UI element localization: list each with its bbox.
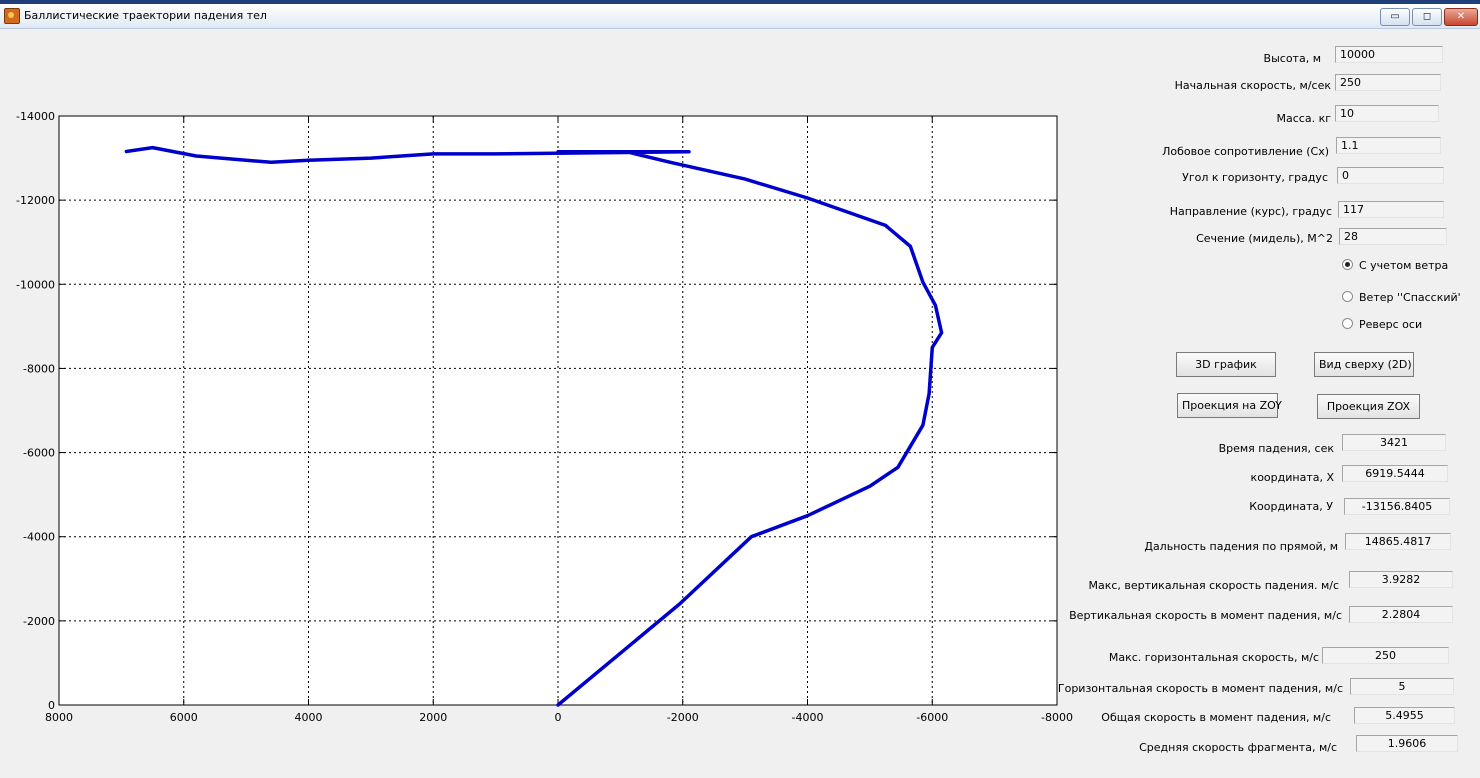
y-tick-label: -6000: [23, 447, 55, 460]
param-label-height: Высота, м: [1263, 52, 1321, 65]
x-tick-label: -4000: [792, 711, 824, 724]
angle-field[interactable]: 0: [1337, 167, 1444, 184]
horizontal-speed-impact-field: 5: [1350, 678, 1454, 695]
window-titlebar: Баллистические траектории падения тел ▭ …: [0, 4, 1480, 29]
fall-time-field: 3421: [1342, 434, 1446, 451]
result-label-coord-y: Координата, У: [1249, 500, 1333, 513]
y-tick-label: -2000: [23, 615, 55, 628]
result-label-max-horizontal-speed: Макс. горизонтальная скорость, м/с: [1108, 651, 1319, 664]
section-field[interactable]: 28: [1339, 228, 1447, 245]
window-title: Баллистические траектории падения тел: [24, 9, 267, 22]
radio-checked-indicator: [1342, 259, 1353, 270]
top-view-2d-button[interactable]: Вид сверху (2D): [1314, 352, 1414, 377]
coord-y-field: -13156.8405: [1344, 498, 1450, 515]
close-button[interactable]: ✕: [1444, 8, 1478, 26]
trajectory-line: [124, 145, 944, 707]
result-label-fall-time: Время падения, сек: [1218, 442, 1334, 455]
initial-speed-field[interactable]: 250: [1335, 74, 1441, 91]
result-label-average-fragment-speed: Средняя скорость фрагмента, м/с: [1139, 741, 1337, 754]
x-tick-label: 8000: [45, 711, 73, 724]
param-label-angle: Угол к горизонту, градус: [1182, 171, 1328, 184]
y-tick-label: -14000: [16, 110, 55, 123]
param-label-initial-speed: Начальная скорость, м/сек: [1174, 79, 1331, 92]
height-field[interactable]: 10000: [1335, 46, 1443, 63]
x-tick-label: -2000: [667, 711, 699, 724]
result-label-vertical-speed-impact: Вертикальная скорость в момент падения, …: [1069, 609, 1342, 622]
plot-frame: [58, 115, 1058, 706]
radio-indicator: [1342, 318, 1353, 329]
y-tick-label: -4000: [23, 531, 55, 544]
y-tick-label: 0: [48, 699, 55, 712]
x-tick-label: 4000: [295, 711, 323, 724]
y-tick-label: -8000: [23, 362, 55, 375]
radio-wind-spassky[interactable]: Ветер ''Спасский': [1342, 291, 1461, 304]
minimize-button[interactable]: ▭: [1380, 8, 1410, 26]
result-label-coord-x: координата, X: [1250, 471, 1334, 484]
result-label-horizontal-speed-impact: Горизонтальная скорость в момент падения…: [1057, 682, 1343, 695]
maximize-button[interactable]: ◻: [1412, 8, 1442, 26]
max-vertical-speed-field: 3.9282: [1349, 571, 1453, 588]
plot-area: [59, 116, 1057, 705]
drag-field[interactable]: 1.1: [1336, 137, 1441, 154]
param-label-drag: Лобовое сопротивление (Cx): [1162, 145, 1329, 158]
coord-x-field: 6919.5444: [1342, 465, 1448, 482]
matlab-app-icon: [4, 8, 20, 24]
radio-reverse-axis[interactable]: Реверс оси: [1342, 318, 1422, 331]
x-tick-label: 6000: [170, 711, 198, 724]
x-tick-label: 2000: [419, 711, 447, 724]
max-horizontal-speed-field: 250: [1322, 647, 1449, 664]
total-speed-impact-field: 5.4955: [1354, 707, 1455, 724]
result-label-total-speed-impact: Общая скорость в момент падения, м/с: [1101, 711, 1331, 724]
average-fragment-speed-field: 1.9606: [1356, 735, 1458, 752]
param-label-course: Направление (курс), градус: [1169, 205, 1332, 218]
course-field[interactable]: 117: [1338, 201, 1444, 218]
result-label-max-vertical-speed: Макс, вертикальная скорость падения. м/с: [1088, 579, 1339, 592]
param-label-mass: Масса. кг: [1276, 112, 1331, 125]
param-label-section: Сечение (мидель), М^2: [1196, 232, 1333, 245]
x-tick-label: -8000: [1041, 711, 1073, 724]
radio-indicator: [1342, 291, 1353, 302]
range-field: 14865.4817: [1345, 533, 1451, 550]
x-tick-label: -6000: [916, 711, 948, 724]
projection-zox-button[interactable]: Проекция ZOX: [1317, 394, 1420, 419]
x-tick-label: 0: [555, 711, 562, 724]
y-tick-label: -10000: [16, 278, 55, 291]
projection-zoy-button[interactable]: Проекция на ZOY: [1177, 393, 1282, 418]
plot-3d-button[interactable]: 3D график: [1176, 352, 1276, 377]
radio-with-wind[interactable]: С учетом ветра: [1342, 259, 1448, 272]
vertical-speed-impact-field: 2.2804: [1349, 606, 1453, 623]
mass-field[interactable]: 10: [1335, 105, 1439, 122]
y-tick-label: -12000: [16, 194, 55, 207]
result-label-range: Дальность падения по прямой, м: [1144, 540, 1338, 553]
